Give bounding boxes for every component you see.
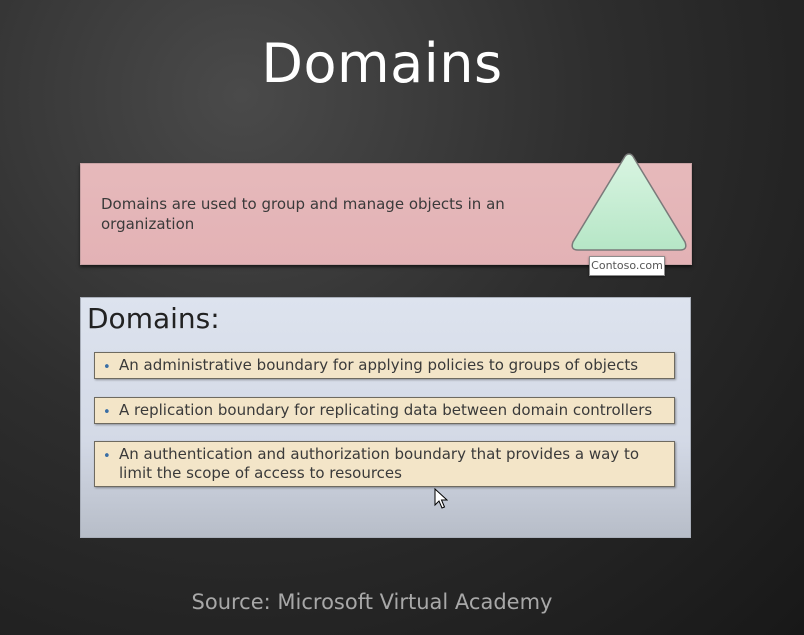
bullet-item: • An administrative boundary for applyin… [94,352,675,379]
bullet-item: • A replication boundary for replicating… [94,397,675,424]
bullet-dot-icon: • [103,360,111,375]
intro-text: Domains are used to group and manage obj… [101,195,505,233]
bullet-dot-icon: • [103,449,111,464]
bullet-dot-icon: • [103,405,111,420]
bullet-item: • An authentication and authorization bo… [94,441,675,487]
slide-title: Domains [261,32,503,95]
list-heading: Domains: [87,302,220,335]
bullet-text: An authentication and authorization boun… [119,445,640,482]
domain-label: Contoso.com [589,256,665,276]
mouse-pointer-icon [434,487,449,510]
source-credit: Source: Microsoft Virtual Academy [191,590,553,614]
bullet-text: A replication boundary for replicating d… [119,401,653,419]
bullet-text: An administrative boundary for applying … [119,356,639,374]
domain-list-panel: Domains: • An administrative boundary fo… [80,297,691,538]
domain-triangle-icon [568,150,690,258]
